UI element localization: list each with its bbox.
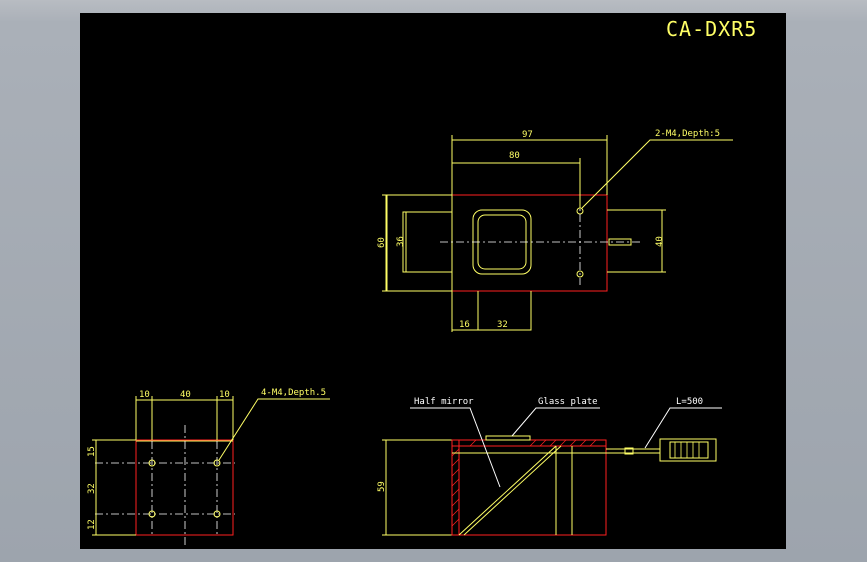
glass-plate-leader [511, 407, 600, 437]
side-left-block [385, 439, 453, 536]
front-callout-leader [218, 398, 330, 461]
dim-36: 36 [396, 236, 406, 247]
top-view: 97 80 60 36 40 16 32 2-M4,Depth:5 [377, 129, 733, 332]
dim-40-front: 40 [180, 390, 191, 400]
side-top-hatch [469, 439, 597, 447]
top-callout: 2-M4,Depth:5 [655, 129, 720, 139]
dim-59: 59 [377, 481, 387, 492]
side-view: 59 Half mirror Glass plate L=500 [377, 397, 722, 536]
top-window-inner [477, 214, 527, 270]
dim-12: 12 [87, 519, 97, 530]
half-mirror-leader [410, 407, 501, 488]
dim-10-left: 10 [139, 390, 150, 400]
label-glass-plate: Glass plate [538, 397, 598, 407]
drawing-title: CA-DXR5 [666, 17, 757, 41]
dim-16: 16 [459, 320, 470, 330]
top-right-plate [607, 209, 663, 273]
dim-15: 15 [87, 446, 97, 457]
dim-40-right: 40 [655, 236, 665, 247]
side-half-mirror [458, 445, 557, 536]
side-glass-plate [485, 435, 531, 441]
label-half-mirror: Half mirror [414, 397, 474, 407]
dim-80: 80 [509, 151, 520, 161]
top-callout-leader [581, 139, 733, 209]
label-cable-length: L=500 [676, 397, 703, 407]
cad-drawing: CA-DXR5 97 80 60 36 40 16 32 2-M4,Depth:… [87, 17, 757, 545]
dim-60: 60 [377, 237, 387, 248]
dim-97: 97 [522, 130, 533, 140]
dim-32-front: 32 [87, 483, 97, 494]
front-view: 10 40 10 15 32 12 4-M4,Depth.5 [87, 388, 330, 545]
front-callout: 4-M4,Depth.5 [261, 388, 326, 398]
top-body [451, 194, 608, 292]
side-top-strip [458, 439, 607, 447]
dim-32-bottom: 32 [497, 320, 508, 330]
front-body [135, 439, 234, 536]
side-wall-hatch [451, 448, 460, 527]
dim-10-right: 10 [219, 390, 230, 400]
